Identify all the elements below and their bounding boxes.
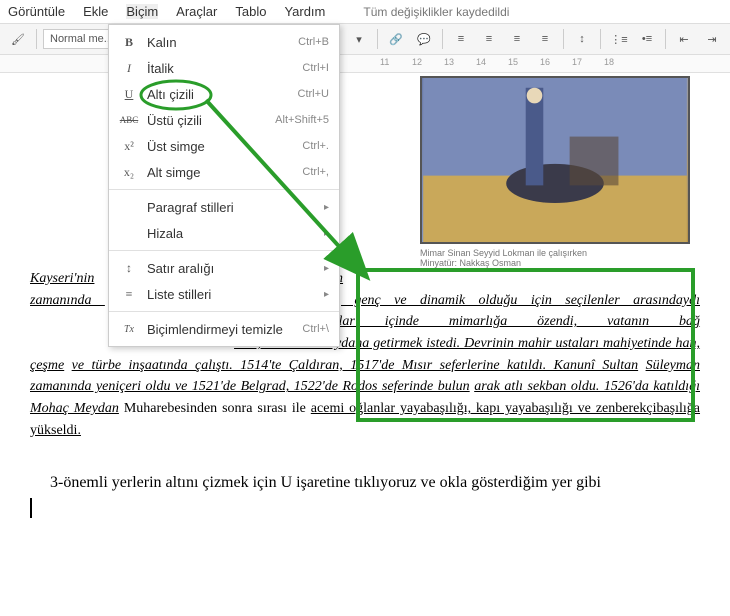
save-status: Tüm değişiklikler kaydedildi xyxy=(363,5,509,19)
menu-item-icon: x² xyxy=(119,139,139,154)
miniature-illustration xyxy=(422,78,688,242)
menu-table[interactable]: Tablo xyxy=(235,4,266,19)
menu-item-altı-çizili[interactable]: U Altı çiziliCtrl+U xyxy=(109,81,339,107)
submenu-arrow-icon: ▸ xyxy=(324,289,329,300)
menu-item-label: Liste stilleri xyxy=(147,287,318,302)
ruler-mark: 13 xyxy=(444,57,454,67)
menu-item-icon: Tx xyxy=(119,324,139,335)
ruler-mark: 17 xyxy=(572,57,582,67)
align-center-icon[interactable]: ≡ xyxy=(477,27,501,51)
indent-icon[interactable]: ⇥ xyxy=(700,27,724,51)
bulleted-list-icon[interactable]: •≡ xyxy=(635,27,659,51)
menu-help[interactable]: Yardım xyxy=(284,4,325,19)
menubar: Görüntüle Ekle Biçim Araçlar Tablo Yardı… xyxy=(0,0,730,23)
menu-item-label: Üstü çizili xyxy=(147,113,275,128)
ruler-mark: 18 xyxy=(604,57,614,67)
ruler-mark: 15 xyxy=(508,57,518,67)
menu-item-icon: I xyxy=(119,61,139,76)
align-left-icon[interactable]: ≡ xyxy=(449,27,473,51)
numbered-list-icon[interactable]: ⋮≡ xyxy=(607,27,631,51)
menu-item-label: Paragraf stilleri xyxy=(147,200,318,215)
menu-tools[interactable]: Araçlar xyxy=(176,4,217,19)
menu-item-shortcut: Ctrl+. xyxy=(302,140,329,152)
menu-item-i̇talik[interactable]: I İtalikCtrl+I xyxy=(109,55,339,81)
menu-item-satır-aralığı[interactable]: ↕ Satır aralığı ▸ xyxy=(109,255,339,281)
menu-item-paragraf-stilleri[interactable]: Paragraf stilleri ▸ xyxy=(109,194,339,220)
menu-item-label: İtalik xyxy=(147,61,302,76)
ruler-mark: 14 xyxy=(476,57,486,67)
menu-format[interactable]: Biçim xyxy=(126,4,158,19)
menu-item-icon: ≡ xyxy=(119,287,139,302)
menu-item-icon: ABC xyxy=(119,115,139,125)
menu-item-üst-simge[interactable]: x² Üst simgeCtrl+. xyxy=(109,133,339,159)
menu-insert[interactable]: Ekle xyxy=(83,4,108,19)
document-paragraph-2[interactable]: 3-önemli yerlerin altını çizmek için U i… xyxy=(50,468,690,498)
menu-item-shortcut: Ctrl+I xyxy=(302,62,329,74)
ruler-mark: 16 xyxy=(540,57,550,67)
menu-item-alt-simge[interactable]: x₂ Alt simgeCtrl+, xyxy=(109,159,339,185)
menu-item-label: Kalın xyxy=(147,35,298,50)
menu-divider xyxy=(109,311,339,312)
submenu-arrow-icon: ▸ xyxy=(324,228,329,239)
ruler-mark: 11 xyxy=(380,57,389,67)
menu-item-shortcut: Alt+Shift+5 xyxy=(275,114,329,126)
line-spacing-icon[interactable]: ↕ xyxy=(570,27,594,51)
text-cursor xyxy=(30,498,32,518)
comment-icon[interactable]: 💬 xyxy=(412,27,436,51)
menu-item-biçimlendirmeyi-temizle[interactable]: Tx Biçimlendirmeyi temizleCtrl+\ xyxy=(109,316,339,342)
menu-item-label: Alt simge xyxy=(147,165,302,180)
image-caption: Mimar Sinan Seyyid Lokman ile çalışırken… xyxy=(420,246,690,270)
menu-item-shortcut: Ctrl+\ xyxy=(302,323,329,335)
highlight-color-icon[interactable]: ▾ xyxy=(347,27,371,51)
menu-item-label: Biçimlendirmeyi temizle xyxy=(147,322,302,337)
menu-item-label: Üst simge xyxy=(147,139,302,154)
menu-item-shortcut: Ctrl+B xyxy=(298,36,329,48)
menu-item-icon: ↕ xyxy=(119,261,139,276)
menu-item-üstü-çizili[interactable]: ABC Üstü çiziliAlt+Shift+5 xyxy=(109,107,339,133)
menu-item-label: Satır aralığı xyxy=(147,261,318,276)
menu-divider xyxy=(109,250,339,251)
format-dropdown: BKalınCtrl+BIİtalikCtrl+IUAltı çiziliCtr… xyxy=(108,24,340,347)
menu-item-icon: B xyxy=(119,35,139,50)
menu-item-shortcut: Ctrl+, xyxy=(302,166,329,178)
document-image xyxy=(420,76,690,244)
outdent-icon[interactable]: ⇤ xyxy=(672,27,696,51)
ruler-mark: 12 xyxy=(412,57,422,67)
menu-item-hizala[interactable]: Hizala ▸ xyxy=(109,220,339,246)
submenu-arrow-icon: ▸ xyxy=(324,202,329,213)
menu-item-shortcut: Ctrl+U xyxy=(298,88,329,100)
link-icon[interactable]: 🔗 xyxy=(384,27,408,51)
menu-item-icon: U xyxy=(119,87,139,102)
menu-view[interactable]: Görüntüle xyxy=(8,4,65,19)
align-right-icon[interactable]: ≡ xyxy=(505,27,529,51)
menu-item-liste-stilleri[interactable]: ≡ Liste stilleri ▸ xyxy=(109,281,339,307)
submenu-arrow-icon: ▸ xyxy=(324,263,329,274)
paint-format-icon[interactable]: 🖌 xyxy=(6,27,30,51)
menu-item-label: Hizala xyxy=(147,226,318,241)
menu-item-icon: x₂ xyxy=(119,165,139,180)
menu-divider xyxy=(109,189,339,190)
menu-item-kalın[interactable]: B KalınCtrl+B xyxy=(109,29,339,55)
menu-item-label: Altı çizili xyxy=(147,87,298,102)
align-justify-icon[interactable]: ≡ xyxy=(533,27,557,51)
